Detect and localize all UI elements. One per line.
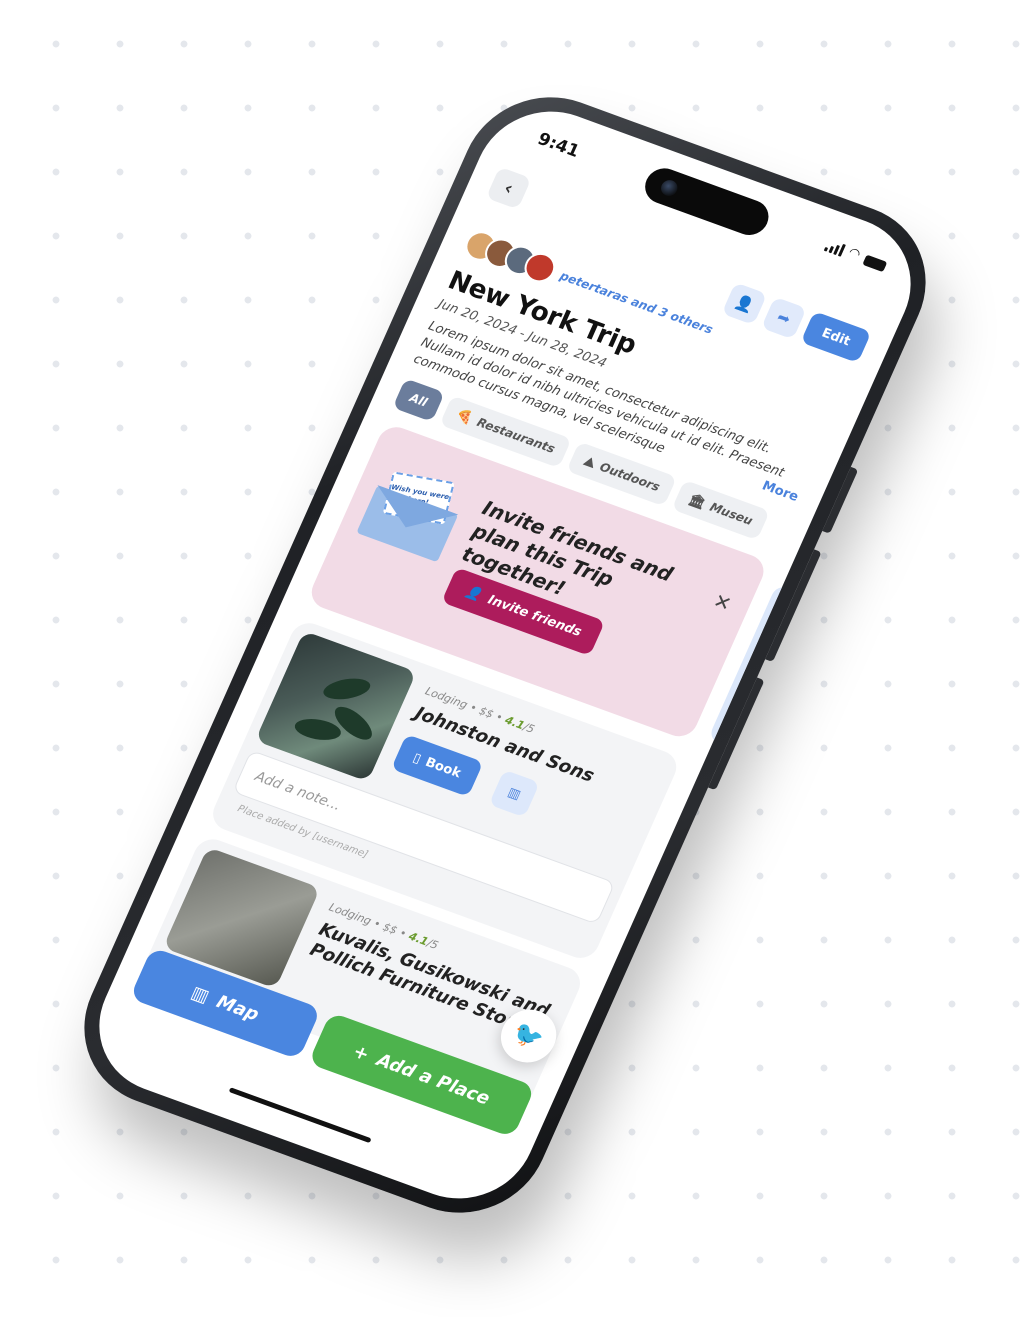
plus-icon: + [349, 1040, 373, 1066]
mountain-icon: ⛰ [581, 453, 598, 472]
close-icon[interactable]: ✕ [710, 588, 736, 616]
signal-icon [823, 238, 846, 257]
add-collaborator-button[interactable]: 👤 [721, 282, 768, 326]
trip-content: petertaras and 3 others New York Trip Ju… [141, 227, 856, 1112]
add-user-icon: 👤 [462, 583, 485, 604]
map-icon: ▥ [188, 981, 213, 1007]
phone-frame: 9:41 ◠ ‹ 👤 ➦ Edit petertaras and 3 other… [57, 73, 953, 1237]
map-label: Map [213, 990, 263, 1025]
add-user-icon: 👤 [732, 292, 757, 316]
book-label: Book [423, 754, 464, 781]
share-button[interactable]: ➦ [761, 296, 807, 340]
filter-label: Museu [707, 499, 755, 528]
filter-label: Restaurants [474, 415, 558, 456]
booking-icon: ▯ [410, 750, 424, 767]
filter-label: Outdoors [597, 459, 663, 495]
phone-screen: 9:41 ◠ ‹ 👤 ➦ Edit petertaras and 3 other… [76, 91, 934, 1219]
bird-icon: 🐦 [508, 1018, 549, 1054]
book-button[interactable]: ▯ Book [390, 734, 484, 797]
envelope-illustration: Wish you were here! [356, 460, 469, 563]
home-indicator[interactable] [228, 1087, 372, 1144]
filter-label: All [407, 390, 430, 410]
museum-icon: 🏛 [686, 491, 708, 512]
system-icons: ◠ [823, 236, 890, 272]
place-price: $$ [380, 920, 400, 938]
place-price: $$ [477, 704, 496, 721]
share-icon: ➦ [774, 307, 794, 329]
place-image [255, 630, 417, 782]
chevron-left-icon: ‹ [500, 177, 517, 199]
pizza-icon: 🍕 [453, 407, 476, 427]
battery-icon [862, 254, 888, 272]
filter-all[interactable]: All [392, 378, 445, 422]
place-map-button[interactable]: ▥ [488, 769, 540, 818]
back-button[interactable]: ‹ [485, 166, 532, 210]
map-icon: ▥ [505, 784, 524, 803]
status-time: 9:41 [534, 129, 583, 162]
wifi-icon: ◠ [846, 244, 863, 263]
